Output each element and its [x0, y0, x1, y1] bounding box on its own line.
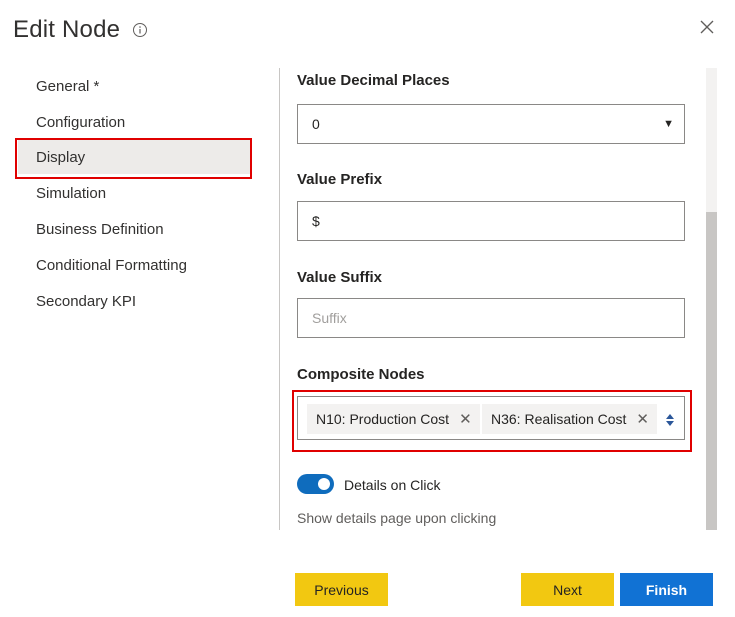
caret-down-icon: ▼ — [663, 118, 674, 130]
suffix-label: Value Suffix — [297, 269, 383, 286]
sidebar-item-general[interactable]: General * — [36, 78, 99, 95]
sidebar-item-configuration[interactable]: Configuration — [36, 114, 125, 131]
close-icon[interactable] — [698, 18, 716, 36]
prefix-value: $ — [312, 213, 320, 229]
prefix-label: Value Prefix — [297, 171, 383, 188]
suffix-input[interactable]: Suffix — [297, 298, 685, 338]
tag-realisation-cost: N36: Realisation Cost ✕ — [482, 404, 657, 434]
info-circle-icon[interactable] — [132, 22, 148, 38]
decimal-places-select[interactable]: 0 ▼ — [297, 104, 685, 144]
dialog-title: Edit Node — [13, 16, 121, 43]
sidebar-item-conditional-formatting[interactable]: Conditional Formatting — [36, 257, 187, 274]
previous-button[interactable]: Previous — [295, 573, 388, 606]
sidebar-item-simulation[interactable]: Simulation — [36, 185, 106, 202]
decimal-places-label: Value Decimal Places — [297, 72, 450, 89]
composite-nodes-label: Composite Nodes — [297, 366, 425, 383]
tag-label: N10: Production Cost — [316, 411, 450, 427]
suffix-placeholder: Suffix — [312, 310, 347, 326]
sort-updown-icon[interactable] — [665, 412, 675, 428]
decimal-places-value: 0 — [312, 116, 320, 132]
tag-label: N36: Realisation Cost — [491, 411, 627, 427]
details-on-click-label: Details on Click — [344, 477, 441, 493]
sidebar-item-secondary-kpi[interactable]: Secondary KPI — [36, 293, 136, 310]
scrollbar-thumb[interactable] — [706, 212, 717, 530]
finish-button[interactable]: Finish — [620, 573, 713, 606]
details-on-click-toggle[interactable] — [297, 474, 334, 494]
remove-tag-icon[interactable]: ✕ — [636, 410, 649, 428]
next-button[interactable]: Next — [521, 573, 614, 606]
toggle-knob — [318, 478, 330, 490]
prefix-input[interactable]: $ — [297, 201, 685, 241]
sidebar-item-display[interactable]: Display — [36, 149, 85, 166]
tag-production-cost: N10: Production Cost ✕ — [307, 404, 480, 434]
dialog-header: Edit Node — [13, 16, 148, 44]
details-help-text: Show details page upon clicking — [297, 510, 497, 526]
sidebar-item-business-definition[interactable]: Business Definition — [36, 221, 164, 238]
sidebar-divider — [279, 68, 280, 530]
remove-tag-icon[interactable]: ✕ — [459, 410, 472, 428]
